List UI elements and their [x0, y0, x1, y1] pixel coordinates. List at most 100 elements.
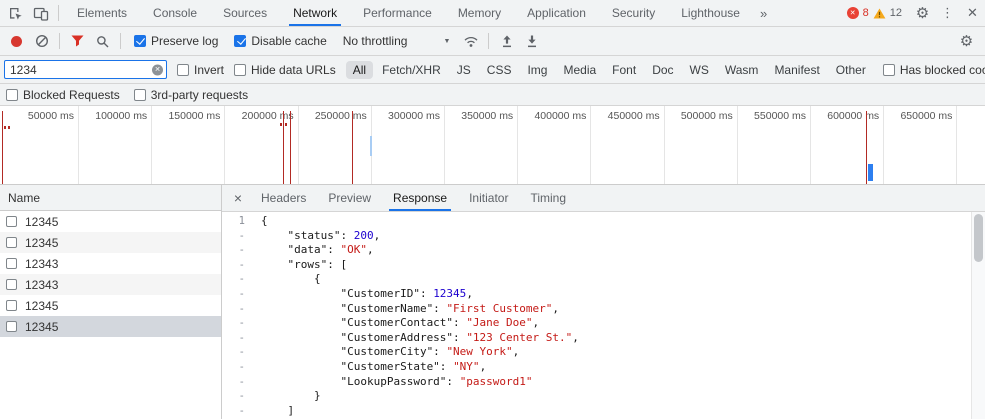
resource-type-fetch-xhr[interactable]: Fetch/XHR: [375, 61, 448, 79]
detail-tab-initiator[interactable]: Initiator: [458, 185, 519, 211]
scrollbar-thumb[interactable]: [974, 214, 983, 262]
resource-type-font[interactable]: Font: [605, 61, 643, 79]
request-checkbox[interactable]: [6, 300, 17, 311]
request-row[interactable]: 12345: [0, 316, 221, 337]
resource-type-manifest[interactable]: Manifest: [767, 61, 826, 79]
tab-security[interactable]: Security: [599, 0, 668, 26]
close-devtools-button[interactable]: ✕: [960, 2, 985, 24]
timeline-event-marker: [8, 126, 10, 129]
resource-type-ws[interactable]: WS: [683, 61, 716, 79]
request-checkbox[interactable]: [6, 321, 17, 332]
resource-type-img[interactable]: Img: [520, 61, 554, 79]
disable-cache-checkbox[interactable]: Disable cache: [234, 34, 326, 48]
preserve-log-checkbox[interactable]: Preserve log: [134, 34, 218, 48]
resource-type-other[interactable]: Other: [829, 61, 873, 79]
checkbox-checked-icon: [234, 35, 246, 47]
resource-type-js[interactable]: JS: [450, 61, 478, 79]
resource-type-all[interactable]: All: [346, 61, 373, 79]
code-text: "CustomerName": "First Customer",: [249, 302, 559, 317]
code-text: "CustomerCity": "New York",: [249, 345, 519, 360]
detail-tab-headers[interactable]: Headers: [250, 185, 317, 211]
tab-console[interactable]: Console: [140, 0, 210, 26]
search-button[interactable]: [90, 30, 115, 52]
detail-tab-preview[interactable]: Preview: [317, 185, 382, 211]
request-row[interactable]: 12343: [0, 253, 221, 274]
resource-type-media[interactable]: Media: [556, 61, 603, 79]
tab-performance[interactable]: Performance: [350, 0, 445, 26]
line-number: -: [222, 316, 249, 331]
request-checkbox[interactable]: [6, 279, 17, 290]
invert-checkbox[interactable]: Invert: [177, 63, 224, 77]
response-scrollbar[interactable]: [971, 212, 985, 419]
close-detail-button[interactable]: ×: [226, 185, 250, 211]
request-checkbox[interactable]: [6, 216, 17, 227]
clear-network-log-button[interactable]: [29, 30, 54, 52]
detail-tabs: HeadersPreviewResponseInitiatorTiming: [250, 185, 577, 211]
resource-type-css[interactable]: CSS: [480, 61, 519, 79]
throttling-value: No throttling: [343, 34, 408, 48]
response-code-line: - "CustomerState": "NY",: [222, 360, 971, 375]
line-number: -: [222, 375, 249, 390]
timeline-tick-label: 600000 ms: [809, 110, 879, 122]
resource-type-doc[interactable]: Doc: [645, 61, 680, 79]
inspect-element-button[interactable]: [3, 2, 28, 24]
export-har-button[interactable]: [519, 30, 544, 52]
has-blocked-cookies-checkbox[interactable]: Has blocked cookies: [883, 63, 985, 77]
request-row[interactable]: 12345: [0, 232, 221, 253]
detail-tab-timing[interactable]: Timing: [519, 185, 577, 211]
tab-memory[interactable]: Memory: [445, 0, 514, 26]
checkbox-icon: [6, 89, 18, 101]
hide-data-urls-checkbox[interactable]: Hide data URLs: [234, 63, 336, 77]
settings-button[interactable]: ⚙: [910, 2, 935, 24]
filter-toggle-button[interactable]: [65, 30, 90, 52]
timeline-tick-label: 550000 ms: [736, 110, 806, 122]
code-text: "CustomerAddress": "123 Center St.",: [249, 331, 579, 346]
device-toolbar-button[interactable]: [28, 2, 53, 24]
separator: [59, 33, 60, 49]
console-issues-badge[interactable]: ✕ 8 12: [847, 7, 902, 19]
response-code: 1{- "status": 200,- "data": "OK",- "rows…: [222, 214, 971, 418]
network-conditions-button[interactable]: [458, 30, 483, 52]
request-checkbox[interactable]: [6, 258, 17, 269]
line-number: -: [222, 389, 249, 404]
clear-filter-icon[interactable]: ✕: [152, 64, 163, 75]
request-row[interactable]: 12343: [0, 274, 221, 295]
request-checkbox[interactable]: [6, 237, 17, 248]
line-number: -: [222, 331, 249, 346]
line-number: -: [222, 229, 249, 244]
network-main-area: Name 123451234512343123431234512345 × He…: [0, 185, 985, 419]
request-list-header[interactable]: Name: [0, 185, 221, 211]
more-options-button[interactable]: ⋮: [935, 2, 960, 24]
resource-type-wasm[interactable]: Wasm: [718, 61, 766, 79]
code-text: "rows": [: [249, 258, 347, 273]
network-settings-button[interactable]: ⚙: [954, 30, 979, 52]
devtools-window: ElementsConsoleSourcesNetworkPerformance…: [0, 0, 985, 419]
disable-cache-label: Disable cache: [251, 34, 326, 48]
request-row[interactable]: 12345: [0, 295, 221, 316]
detail-tab-response[interactable]: Response: [382, 185, 458, 211]
response-code-line: - "CustomerContact": "Jane Doe",: [222, 316, 971, 331]
request-row[interactable]: 12345: [0, 211, 221, 232]
network-overview-timeline[interactable]: 50000 ms100000 ms150000 ms200000 ms25000…: [0, 106, 985, 185]
tab-lighthouse[interactable]: Lighthouse: [668, 0, 753, 26]
line-number: -: [222, 272, 249, 287]
network-options-bar: Blocked Requests 3rd-party requests: [0, 84, 985, 106]
request-name: 12345: [25, 320, 58, 334]
code-text: "CustomerContact": "Jane Doe",: [249, 316, 539, 331]
timeline-event-marker: [280, 123, 282, 126]
import-har-button[interactable]: [494, 30, 519, 52]
filter-input[interactable]: [4, 60, 167, 79]
response-code-line: - "CustomerID": 12345,: [222, 287, 971, 302]
blocked-requests-checkbox[interactable]: Blocked Requests: [6, 88, 120, 102]
tab-application[interactable]: Application: [514, 0, 599, 26]
third-party-requests-checkbox[interactable]: 3rd-party requests: [134, 88, 248, 102]
tab-elements[interactable]: Elements: [64, 0, 140, 26]
tab-sources[interactable]: Sources: [210, 0, 280, 26]
tab-network[interactable]: Network: [280, 0, 350, 26]
more-panels-button[interactable]: »: [753, 6, 774, 21]
throttling-select[interactable]: No throttling ▼: [343, 34, 451, 48]
code-text: "status": 200,: [249, 229, 380, 244]
record-network-log-button[interactable]: [4, 30, 29, 52]
search-icon: [96, 35, 109, 48]
panel-tabs: ElementsConsoleSourcesNetworkPerformance…: [64, 0, 753, 26]
